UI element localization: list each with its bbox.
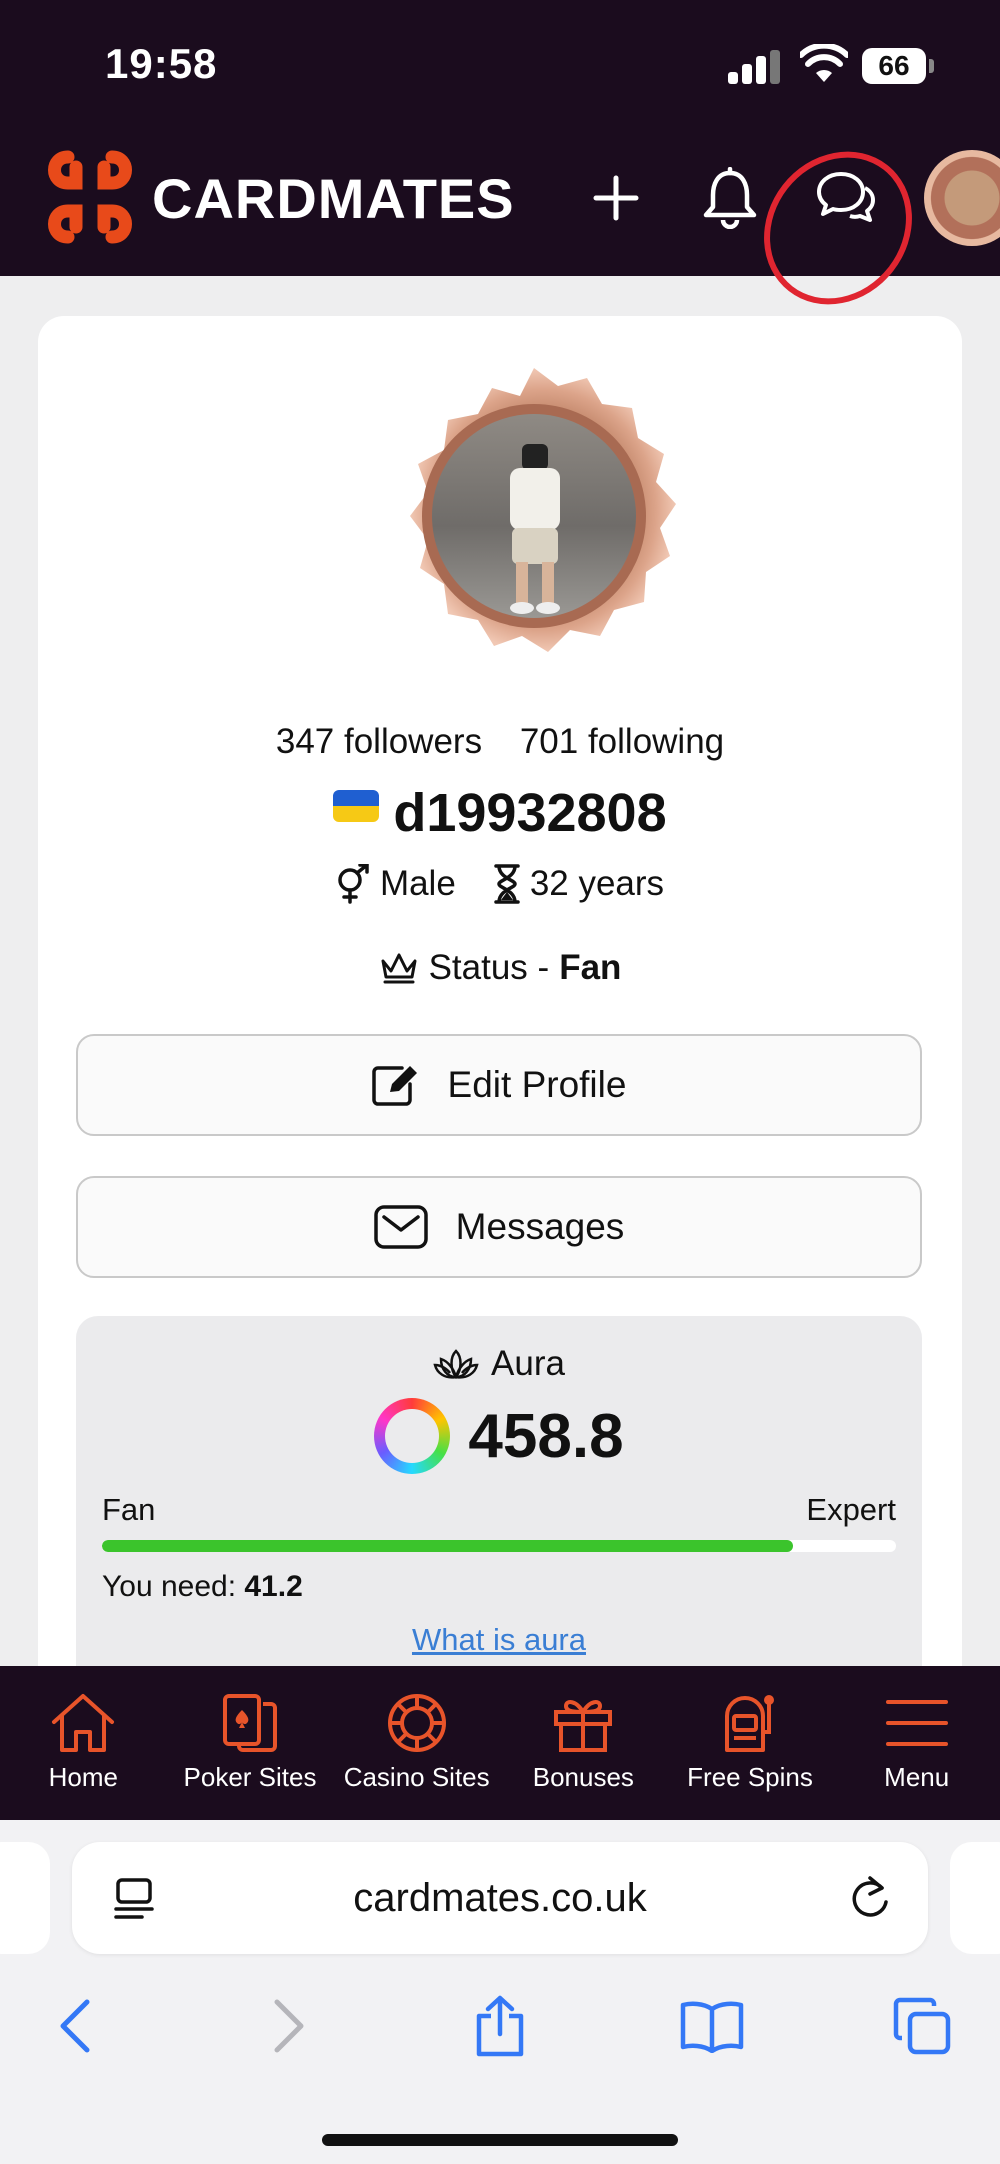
chip-icon (387, 1694, 446, 1752)
notifications-button[interactable] (690, 158, 770, 238)
status-prefix: Status - (428, 948, 550, 987)
nav-poker-sites[interactable]: Poker Sites (167, 1666, 334, 1820)
address-bar[interactable]: cardmates.co.uk (72, 1842, 928, 1954)
what-is-aura-link[interactable]: What is aura (76, 1622, 922, 1658)
profile-avatar (410, 368, 676, 652)
chevron-left-icon (60, 1999, 90, 2053)
nav-casino-sites[interactable]: Casino Sites (333, 1666, 500, 1820)
hourglass-icon (494, 864, 520, 904)
nav-bonuses[interactable]: Bonuses (500, 1666, 667, 1820)
level-current: Fan (102, 1492, 156, 1527)
battery-indicator: 66 (862, 48, 926, 84)
points-needed-value: 41.2 (244, 1570, 303, 1603)
chevron-right-icon (274, 1999, 304, 2053)
slot-machine-icon (725, 1695, 775, 1752)
brand-name[interactable]: CARDMATES (152, 166, 515, 231)
nav-home[interactable]: Home (0, 1666, 167, 1820)
username-row: d19932808 (38, 782, 962, 844)
following-count[interactable]: 701 following (520, 722, 724, 761)
browser-toolbar (0, 1986, 1000, 2086)
user-avatar[interactable] (924, 150, 1000, 246)
next-tab-preview[interactable] (950, 1842, 1000, 1954)
back-button[interactable] (34, 1986, 114, 2066)
url-text[interactable]: cardmates.co.uk (72, 1842, 928, 1954)
nav-bonuses-label: Bonuses (532, 1762, 634, 1792)
nav-menu-label: Menu (884, 1762, 950, 1792)
aura-value-row: 458.8 (76, 1398, 922, 1474)
age-label: 32 years (529, 864, 665, 903)
aura-label: Aura (491, 1344, 565, 1383)
bell-icon (703, 167, 757, 229)
wifi-icon (800, 44, 848, 82)
age-info: 32 years (494, 864, 664, 904)
share-icon (476, 1995, 524, 2057)
bottom-navigation: Home Poker Sites Casino Sites Bonuses Fr… (0, 1666, 1000, 1820)
edit-profile-button[interactable]: Edit Profile (76, 1034, 922, 1136)
follow-stats: 347 followers 701 following (38, 722, 962, 762)
browser-chrome: cardmates.co.uk (0, 1820, 1000, 2164)
points-needed-label: You need: (102, 1570, 245, 1603)
nav-free-spins-label: Free Spins (687, 1762, 813, 1792)
plus-icon (593, 175, 639, 221)
messages-button[interactable]: Messages (76, 1176, 922, 1278)
level-next: Expert (806, 1492, 896, 1527)
home-icon (52, 1694, 115, 1752)
points-needed: You need: 41.2 (102, 1570, 303, 1604)
edit-profile-label: Edit Profile (447, 1064, 627, 1105)
gender-label: Male (379, 864, 456, 903)
profile-card: 347 followers 701 following d19932808 Ma… (38, 316, 962, 1736)
status-value: Fan (559, 948, 622, 987)
crown-icon (381, 953, 417, 984)
messages-label: Messages (455, 1206, 625, 1247)
envelope-icon (373, 1205, 428, 1249)
followers-count[interactable]: 347 followers (276, 722, 482, 761)
status-row: Status - Fan (38, 948, 962, 988)
edit-icon (371, 1066, 417, 1106)
cards-icon (223, 1694, 277, 1752)
book-icon (680, 2001, 744, 2053)
gift-icon (554, 1700, 613, 1752)
aura-value: 458.8 (468, 1401, 624, 1471)
aura-ring-icon (374, 1398, 451, 1474)
home-indicator (322, 2134, 678, 2146)
status-time: 19:58 (105, 40, 218, 87)
add-post-button[interactable] (576, 158, 656, 238)
gender-icon (338, 864, 369, 904)
aura-progress-fill (102, 1540, 793, 1552)
menu-icon (885, 1700, 948, 1746)
nav-poker-sites-label: Poker Sites (183, 1762, 317, 1792)
reload-icon[interactable] (848, 1874, 892, 1922)
gender-info: Male (336, 864, 456, 904)
tabs-button[interactable] (882, 1986, 962, 2066)
lotus-icon (433, 1349, 479, 1380)
bookmarks-button[interactable] (672, 1986, 752, 2066)
cardmates-logo-icon[interactable] (38, 145, 142, 249)
previous-tab-preview[interactable] (0, 1842, 50, 1954)
nav-free-spins[interactable]: Free Spins (667, 1666, 834, 1820)
ukraine-flag-icon (333, 790, 380, 822)
nav-casino-sites-label: Casino Sites (343, 1762, 490, 1792)
aura-title: Aura (76, 1344, 922, 1384)
username: d19932808 (393, 783, 667, 843)
nav-home-label: Home (48, 1762, 119, 1792)
share-button[interactable] (460, 1986, 540, 2066)
tabs-icon (893, 1997, 951, 2055)
battery-tip (929, 59, 934, 73)
aura-progress-bar (102, 1540, 896, 1552)
cellular-signal-icon (728, 50, 784, 84)
nav-menu[interactable]: Menu (833, 1666, 1000, 1820)
profile-meta: Male 32 years (38, 864, 962, 904)
forward-button[interactable] (250, 1986, 330, 2066)
